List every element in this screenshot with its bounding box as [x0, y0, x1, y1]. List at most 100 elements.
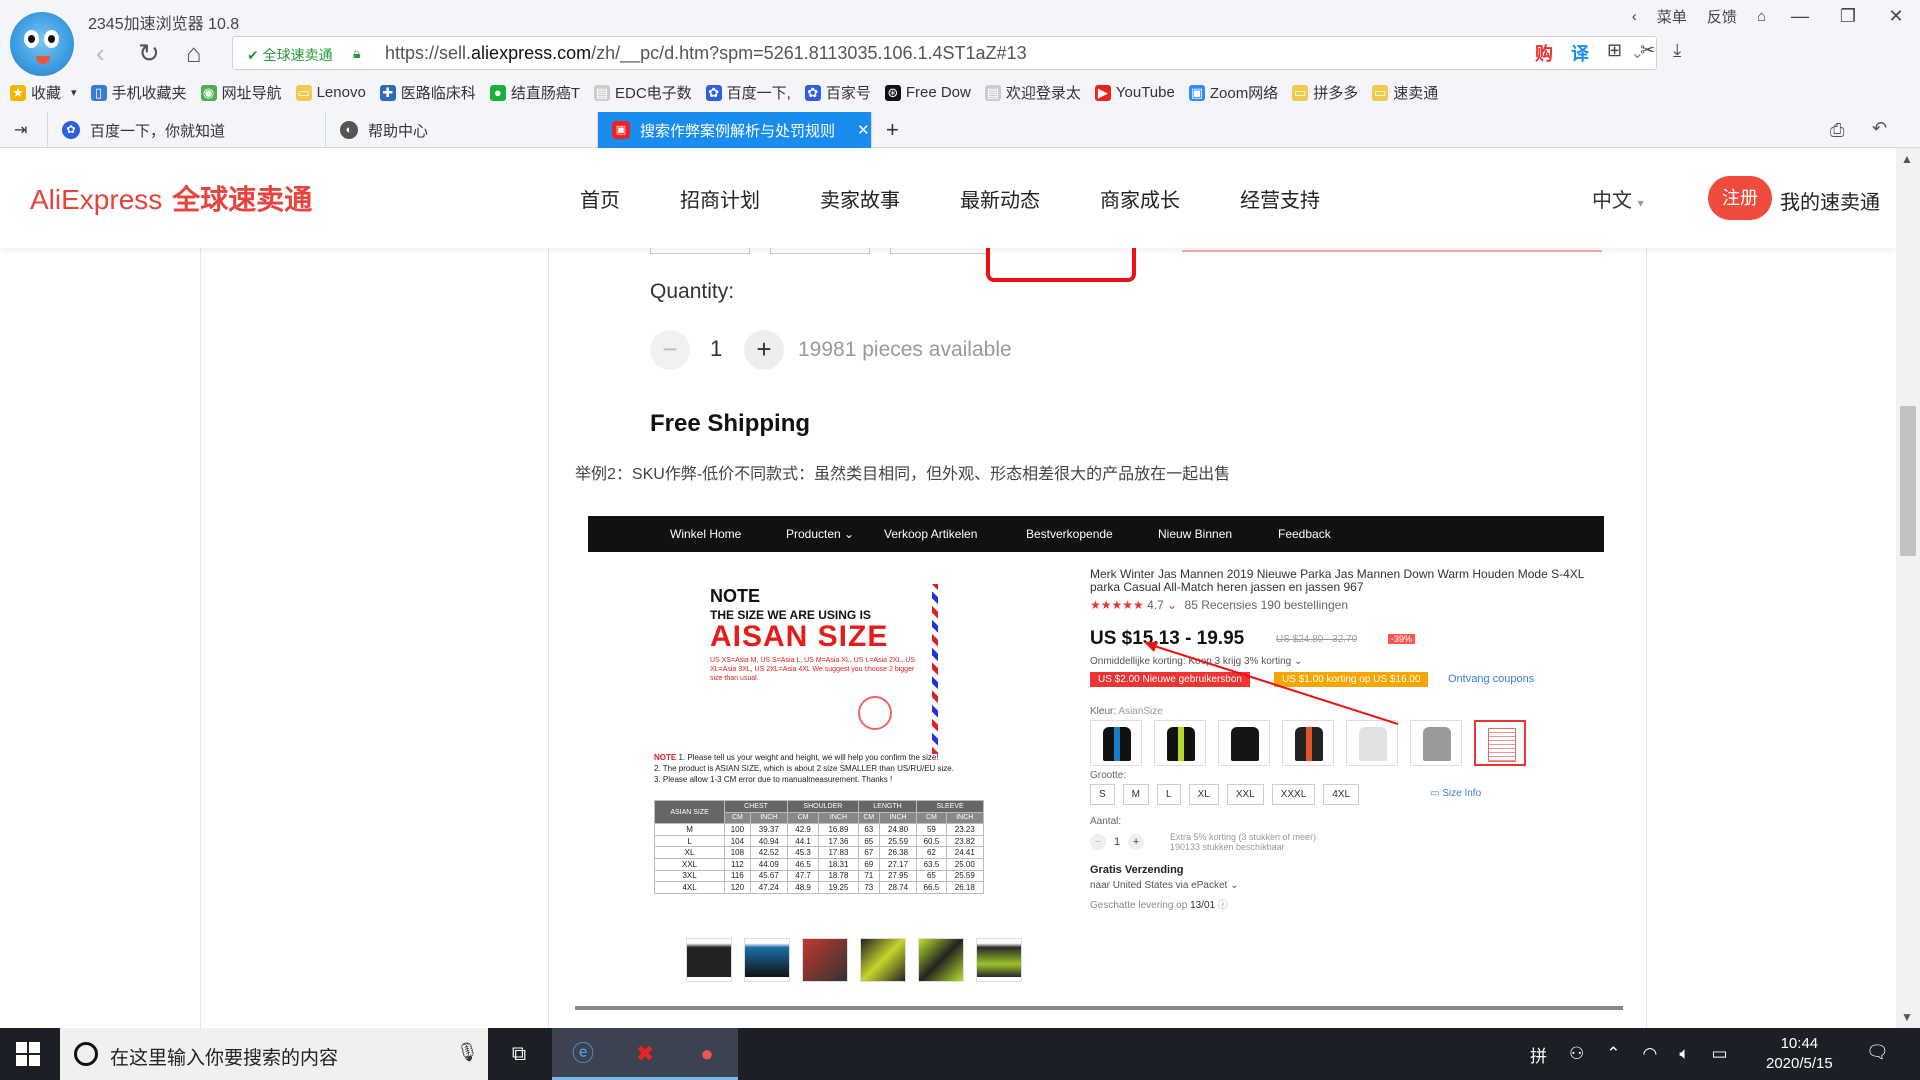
notification-icon[interactable]: 🗨︎ — [1866, 1042, 1889, 1063]
browser-taskbar-icon[interactable]: ⓔ — [552, 1028, 614, 1080]
url-text[interactable]: https://sell.aliexpress.com/zh/__pc/d.ht… — [385, 43, 1027, 64]
battery-icon[interactable]: ▭ — [1712, 1044, 1728, 1064]
task-view-icon[interactable]: ⧉ — [488, 1028, 550, 1080]
window-controls: ‹ 菜单 反馈 ⌂ — ❐ ✕ — [1622, 6, 1920, 27]
maximize-button[interactable]: ❐ — [1824, 6, 1872, 27]
bookmark-item[interactable]: ▶ YouTube — [1094, 82, 1175, 103]
bookmark-item[interactable]: ▣ Zoom网络 — [1188, 82, 1278, 103]
minimize-button[interactable]: — — [1776, 6, 1824, 27]
bookmark-item[interactable]: ◉ 网址导航 — [200, 82, 282, 103]
clock-date: 2020/5/15 — [1766, 1055, 1833, 1072]
translate-icon[interactable]: 译 — [1571, 40, 1589, 66]
secure-badge: ✔ 全球速卖通 — [247, 47, 333, 63]
bookmark-item[interactable]: ▤ 欢迎登录太 — [984, 82, 1081, 103]
nav-support[interactable]: 经营支持 — [1240, 184, 1320, 213]
bookmark-item[interactable]: ▯ 手机收藏夹 — [90, 82, 187, 103]
tab-search-cheat[interactable]: ▣ 搜索作弊案例解析与处罚规则 ✕ — [598, 112, 872, 148]
close-tab-icon[interactable]: ✕ — [857, 121, 870, 139]
windows-taskbar: 在这里输入你要搜索的内容 🎙︎ ⧉ ⓔ ✖ ● 拼 ⚇ ⌃ ◠ 🔈︎ ▭ 10:… — [0, 1028, 1920, 1080]
thumbnail[interactable] — [918, 938, 964, 982]
register-button[interactable]: 注册 — [1708, 176, 1772, 220]
bookmark-item[interactable]: ⊛ Free Dow — [884, 82, 971, 103]
print-icon[interactable]: ⎙ — [1830, 120, 1844, 141]
bookmark-item[interactable]: ▤ EDC电子数 — [593, 82, 692, 103]
taskbar-clock[interactable]: 10:44 2020/5/15 — [1766, 1034, 1833, 1074]
language-select[interactable]: 中文 ▾ — [1592, 184, 1644, 213]
volume-icon[interactable]: 🔈︎ — [1679, 1044, 1689, 1064]
nav-home[interactable]: 首页 — [580, 184, 620, 213]
my-aliexpress-link[interactable]: 我的速卖通 — [1780, 186, 1880, 215]
refresh-icon[interactable]: ↻ — [138, 38, 160, 69]
aliexpress-logo[interactable]: AliExpress 全球速卖通 — [30, 178, 312, 218]
web-page: Quantity: − 1 + 19981 pieces available F… — [0, 148, 1896, 1028]
shopping-icon[interactable]: 购 — [1535, 40, 1553, 66]
page-scrollbar[interactable]: ▲ ▼ — [1896, 148, 1920, 1028]
sidebar-toggle-icon[interactable]: ⇥ — [0, 112, 48, 148]
thumbnail[interactable] — [686, 938, 732, 982]
section-divider — [575, 1006, 1623, 1010]
app-taskbar-icon[interactable]: ● — [676, 1028, 738, 1080]
bookmark-item[interactable]: ✿ 百度一下, — [705, 82, 791, 103]
new-tab-icon[interactable]: + — [872, 112, 920, 148]
site-header: AliExpress 全球速卖通 首页 招商计划 卖家故事 最新动态 商家成长 经… — [0, 148, 1896, 248]
undo-icon[interactable]: ↶ — [1872, 118, 1887, 139]
menu-link[interactable]: 菜单 — [1647, 6, 1697, 27]
thumbnail[interactable] — [802, 938, 848, 982]
bookmark-item[interactable]: ▭ Lenovo — [295, 82, 366, 103]
thumbnail[interactable] — [744, 938, 790, 982]
browser-avatar[interactable] — [10, 12, 74, 76]
close-button[interactable]: ✕ — [1872, 6, 1920, 27]
tab-help[interactable]: ◐ 帮助中心 — [326, 112, 598, 148]
content-border-left — [548, 248, 549, 1028]
network-icon[interactable]: ◠ — [1643, 1044, 1658, 1064]
microphone-icon[interactable]: 🎙︎ — [456, 1042, 479, 1063]
home-icon[interactable]: ⌂ — [186, 38, 202, 69]
ime-icon[interactable]: 拼 — [1530, 1042, 1547, 1067]
bookmark-item[interactable]: ✚ 医路临床科 — [379, 82, 476, 103]
cortana-icon — [74, 1042, 98, 1066]
highlight-line — [1182, 248, 1602, 252]
system-tray: 拼 ⚇ ⌃ ◠ 🔈︎ ▭ — [1530, 1028, 1728, 1080]
toolbar-icons: 购 译 ⊞ ✂ ⤓ — [1535, 40, 1681, 66]
nav-recruit[interactable]: 招商计划 — [680, 184, 760, 213]
nav-growth[interactable]: 商家成长 — [1100, 184, 1180, 213]
bookmarks-bar: ★ 收藏 ▾ ▯ 手机收藏夹 ◉ 网址导航 ▭ Lenovo ✚ 医路临床科 ● 结直肠癌T … — [10, 82, 1452, 103]
bookmark-item[interactable]: ▭ 速卖通 — [1372, 82, 1438, 103]
skin-icon[interactable]: ⌂ — [1747, 8, 1776, 25]
windows-start-icon[interactable] — [16, 1042, 40, 1066]
highlight-box — [986, 248, 1136, 282]
bookmark-item[interactable]: ★ 收藏 ▾ — [10, 82, 77, 103]
address-bar[interactable]: ✔ 全球速卖通 🔒︎ https://sell.aliexpress.com/z… — [232, 36, 1657, 70]
free-shipping-heading: Free Shipping — [650, 410, 811, 436]
lock-icon: 🔒︎ — [353, 45, 361, 61]
clock-time: 10:44 — [1780, 1035, 1819, 1052]
example-caption: 举例2：SKU作弊-低价不同款式：虽然类目相同，但外观、形态相差很大的产品放在一… — [575, 466, 1231, 483]
xmind-taskbar-icon[interactable]: ✖ — [614, 1028, 676, 1080]
pieces-available: 19981 pieces available — [798, 338, 1012, 361]
nav-news[interactable]: 最新动态 — [960, 184, 1040, 213]
scroll-up-icon[interactable]: ▲ — [1901, 152, 1913, 166]
thumbnail[interactable] — [860, 938, 906, 982]
people-icon[interactable]: ⚇ — [1569, 1044, 1584, 1064]
thumbnail[interactable] — [976, 938, 1022, 982]
chevron-up-icon[interactable]: ⌃ — [1606, 1044, 1620, 1064]
chevron-left-icon[interactable]: ‹ — [1622, 8, 1647, 25]
scissors-icon[interactable]: ✂ — [1640, 40, 1655, 66]
download-icon[interactable]: ⤓ — [1673, 40, 1681, 66]
apps-icon[interactable]: ⊞ — [1607, 40, 1622, 66]
scroll-thumb[interactable] — [1900, 406, 1916, 556]
feedback-link[interactable]: 反馈 — [1697, 6, 1747, 27]
quantity-minus-button[interactable]: − — [650, 330, 690, 370]
quantity-plus-button[interactable]: + — [744, 330, 784, 370]
product-screenshot: Winkel Home Producten ⌄ Verkoop Artikele… — [588, 516, 1604, 982]
scroll-down-icon[interactable]: ▼ — [1901, 1010, 1913, 1024]
bookmark-item[interactable]: ✿ 百家号 — [804, 82, 871, 103]
taskbar-search[interactable]: 在这里输入你要搜索的内容 🎙︎ — [60, 1028, 488, 1080]
quantity-value: 1 — [710, 336, 723, 361]
browser-chrome: 2345加速浏览器 10.8 ‹ 菜单 反馈 ⌂ — ❐ ✕ ‹ ↻ ⌂ ✔ 全… — [0, 0, 1920, 148]
nav-stories[interactable]: 卖家故事 — [820, 184, 900, 213]
bookmark-item[interactable]: ▭ 拼多多 — [1292, 82, 1358, 103]
bookmark-item[interactable]: ● 结直肠癌T — [489, 82, 580, 103]
back-icon[interactable]: ‹ — [96, 38, 105, 69]
tab-baidu[interactable]: ✿ 百度一下，你就知道 — [48, 112, 326, 148]
